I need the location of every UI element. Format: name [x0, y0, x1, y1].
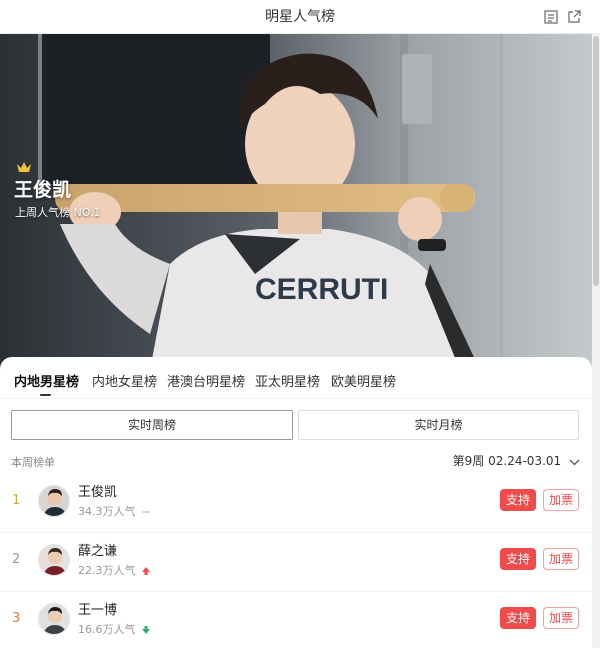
- document-icon[interactable]: [543, 9, 559, 25]
- week-selector-label: 第9周 02.24-03.01: [452, 454, 562, 468]
- support-button[interactable]: 支持: [500, 548, 536, 570]
- hero-star-name: 王俊凯: [14, 179, 72, 201]
- week-selector[interactable]: 第9周 02.24-03.01: [453, 452, 580, 469]
- avatar[interactable]: [38, 603, 70, 635]
- rank-number: 1: [12, 493, 21, 508]
- trend-down-icon: [141, 624, 150, 637]
- page-title: 明星人气榜: [265, 9, 335, 25]
- scrollbar-thumb[interactable]: [593, 36, 599, 286]
- avatar[interactable]: [38, 544, 70, 576]
- section-label: 本周榜单: [11, 456, 55, 469]
- ranking-row[interactable]: 3 王一博 16.6万人气 支持 加票: [0, 592, 592, 648]
- tab-hk-macau-taiwan[interactable]: 港澳台明星榜: [167, 371, 245, 390]
- ranking-row[interactable]: 2 薛之谦 22.3万人气 支持 加票: [0, 533, 592, 592]
- star-name: 王一博: [78, 603, 118, 618]
- popularity-count: 22.3万人气: [78, 562, 150, 578]
- trend-flat-icon: [141, 506, 150, 519]
- support-button[interactable]: 支持: [500, 607, 536, 629]
- hero-photo: CERRUTI: [0, 34, 592, 370]
- monthly-chart-button[interactable]: 实时月榜: [298, 410, 579, 440]
- rank-number: 2: [12, 552, 21, 567]
- scrollbar[interactable]: [592, 34, 600, 648]
- crown-icon: [16, 160, 32, 174]
- tab-mainland-male[interactable]: 内地男星榜: [14, 371, 79, 390]
- title-bar: 明星人气榜: [0, 0, 600, 34]
- star-name: 薛之谦: [78, 544, 118, 559]
- avatar[interactable]: [38, 485, 70, 517]
- tab-asia-pacific[interactable]: 亚太明星榜: [255, 371, 320, 390]
- trend-up-icon: [141, 565, 150, 578]
- chevron-down-icon: [569, 455, 580, 469]
- support-button[interactable]: 支持: [500, 489, 536, 511]
- active-tab-indicator: [40, 394, 51, 396]
- hero-banner[interactable]: CERRUTI 王俊凯 上周人气榜 NO.1: [0, 34, 592, 370]
- weekly-chart-button[interactable]: 实时周榜: [11, 410, 293, 440]
- shirt-print: CERRUTI: [255, 273, 388, 306]
- share-icon[interactable]: [566, 9, 582, 25]
- popularity-count: 16.6万人气: [78, 621, 150, 637]
- hero-rank-text: 上周人气榜 NO.1: [15, 206, 101, 219]
- star-name: 王俊凯: [78, 485, 118, 500]
- ranking-row[interactable]: 1 王俊凯 34.3万人气 支持 加票: [0, 474, 592, 533]
- add-vote-button[interactable]: 加票: [543, 548, 579, 570]
- category-tabs: 内地男星榜 内地女星榜 港澳台明星榜 亚太明星榜 欧美明星榜: [0, 357, 592, 399]
- ranking-panel: 内地男星榜 内地女星榜 港澳台明星榜 亚太明星榜 欧美明星榜 实时周榜 实时月榜…: [0, 357, 592, 648]
- add-vote-button[interactable]: 加票: [543, 489, 579, 511]
- tab-western[interactable]: 欧美明星榜: [331, 371, 396, 390]
- tab-mainland-female[interactable]: 内地女星榜: [92, 371, 157, 390]
- add-vote-button[interactable]: 加票: [543, 607, 579, 629]
- rank-number: 3: [12, 611, 21, 626]
- popularity-count: 34.3万人气: [78, 503, 150, 519]
